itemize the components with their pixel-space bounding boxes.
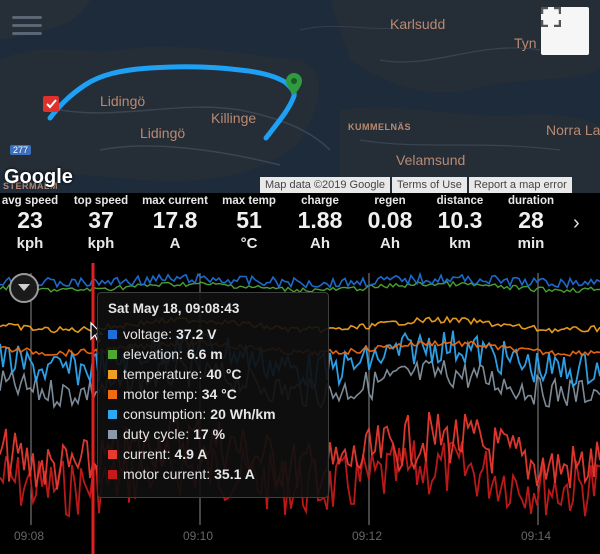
series-name: duty cycle: (123, 426, 190, 442)
time-axis-label: 09:12 (352, 529, 383, 543)
stat-unit: min (517, 235, 545, 252)
stat-value: 28 (518, 207, 544, 233)
stat-label: duration (508, 195, 554, 207)
terms-link[interactable]: Terms of Use (392, 177, 467, 193)
trip-map[interactable]: Karlsudd Tyn Lidingö Lidingö Killinge KU… (0, 0, 600, 193)
report-link[interactable]: Report a map error (468, 177, 572, 193)
tooltip-row: motor current: 35.1 A (108, 464, 318, 484)
stat-unit: kph (87, 235, 115, 252)
series-swatch (108, 369, 117, 379)
series-swatch (108, 469, 117, 479)
stat-value: 10.3 (437, 207, 483, 233)
map-label: Lidingö (100, 93, 146, 109)
stat-value: 37 (88, 207, 114, 233)
map-label: Lidingö (140, 125, 186, 141)
stat-top-speed: top speed 37 kph (64, 193, 138, 254)
menu-icon[interactable] (12, 16, 42, 40)
stat-value: 17.8 (152, 207, 198, 233)
map-label: KUMMELNÄS (348, 122, 411, 132)
map-attribution: Map data ©2019 Google Terms of Use Repor… (258, 177, 572, 193)
time-axis-label: 09:14 (521, 529, 552, 543)
stat-max-current: max current 17.8 A (138, 193, 212, 254)
series-swatch (108, 329, 117, 339)
series-name: motor current: (123, 466, 211, 482)
next-stats-chevron-icon[interactable]: › (573, 212, 580, 235)
series-line (0, 271, 600, 290)
series-value: 6.6 m (186, 346, 223, 362)
tooltip-row: voltage: 37.2 V (108, 324, 318, 344)
series-value: 20 Wh/km (210, 406, 276, 422)
time-axis-label: 09:08 (14, 529, 45, 543)
map-canvas (0, 0, 600, 193)
stat-duration: duration 28 min (494, 193, 568, 254)
tooltip-title: Sat May 18, 09:08:43 (108, 301, 240, 316)
stat-value: 1.88 (297, 207, 343, 233)
tooltip-row: elevation: 6.6 m (108, 344, 318, 364)
series-name: temperature: (123, 366, 203, 382)
series-swatch (108, 429, 117, 439)
series-swatch (108, 409, 117, 419)
map-label: Karlsudd (390, 16, 446, 32)
series-swatch (108, 349, 117, 359)
series-value: 40 °C (206, 366, 242, 382)
series-value: 35.1 A (214, 466, 255, 482)
series-swatch (108, 389, 117, 399)
map-label: Velamsund (396, 152, 466, 168)
stat-unit: Ah (380, 235, 400, 252)
stat-label: regen (374, 195, 406, 207)
tooltip-row: current: 4.9 A (108, 444, 318, 464)
stat-label: max current (142, 195, 208, 207)
collapse-button[interactable] (9, 273, 39, 303)
stat-value: 23 (17, 207, 43, 233)
stat-max-temp: max temp 51 °C (212, 193, 286, 254)
fullscreen-icon (541, 7, 561, 27)
road-number-badge: 277 (10, 145, 32, 155)
stat-label: charge (301, 195, 339, 207)
series-value: 17 % (193, 426, 226, 442)
stat-unit: A (169, 235, 181, 252)
stat-value: 51 (236, 207, 262, 233)
chevron-down-icon (18, 284, 30, 291)
tooltip-row: temperature: 40 °C (108, 364, 318, 384)
stat-distance: distance 10.3 km (423, 193, 497, 254)
series-name: elevation: (123, 346, 183, 362)
tooltip-row: duty cycle: 17 % (108, 424, 318, 444)
stat-label: top speed (73, 195, 129, 207)
tooltip-row: motor temp: 34 °C (108, 384, 318, 404)
map-label: Norra La (546, 122, 600, 138)
stat-unit: °C (240, 235, 258, 252)
fullscreen-button[interactable] (541, 7, 589, 55)
series-name: consumption: (123, 406, 207, 422)
map-label: Killinge (211, 110, 257, 126)
tooltip-row: consumption: 20 Wh/km (108, 404, 318, 424)
stat-charge: charge 1.88 Ah (283, 193, 357, 254)
stat-label: max temp (222, 195, 276, 207)
series-value: 4.9 A (174, 446, 208, 462)
stat-regen: regen 0.08 Ah (353, 193, 427, 254)
series-swatch (108, 449, 117, 459)
series-name: voltage: (123, 326, 173, 342)
trip-stats: avg speed 23 kph top speed 37 kph max cu… (0, 193, 600, 263)
series-name: motor temp: (123, 386, 198, 402)
chart-tooltip: Sat May 18, 09:08:43 voltage: 37.2 Veleva… (97, 292, 329, 498)
series-name: current: (123, 446, 171, 462)
series-value: 37.2 V (176, 326, 217, 342)
stat-label: avg speed (1, 195, 59, 207)
stat-value: 0.08 (367, 207, 413, 233)
stat-label: distance (436, 195, 484, 207)
stat-unit: km (449, 235, 471, 252)
stat-avg-speed: avg speed 23 kph (0, 193, 67, 254)
time-axis-label: 09:10 (183, 529, 214, 543)
google-logo: Google (4, 166, 73, 188)
map-label: Tyn (514, 35, 537, 51)
stat-unit: Ah (310, 235, 330, 252)
map-data-label: Map data ©2019 Google (260, 177, 391, 193)
series-value: 34 °C (201, 386, 237, 402)
stat-unit: kph (16, 235, 44, 252)
